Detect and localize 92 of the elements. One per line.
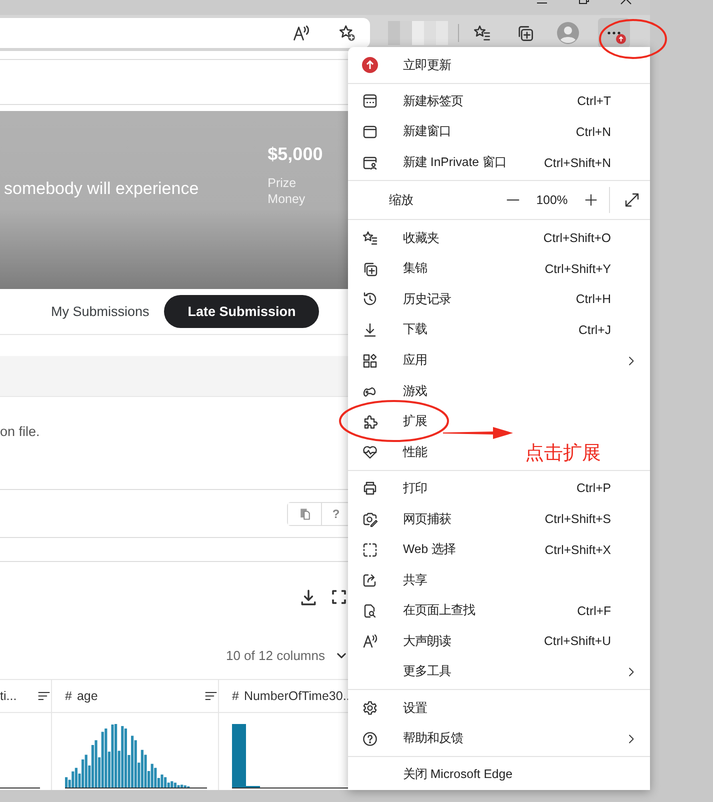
sort-icon bbox=[37, 689, 51, 703]
column-header[interactable]: # age bbox=[52, 680, 219, 712]
more-icon bbox=[607, 30, 621, 35]
shortcut-label: Ctrl+Shift+N bbox=[544, 156, 611, 170]
menu-item[interactable]: 在页面上查找 Ctrl+F bbox=[348, 596, 650, 626]
nav-link[interactable]: My Submissions bbox=[51, 304, 150, 319]
column-header[interactable]: ti... bbox=[0, 680, 52, 712]
camera-pen-icon bbox=[362, 511, 378, 528]
new-tab-icon bbox=[362, 93, 378, 110]
expand-icon bbox=[624, 192, 640, 208]
menu-item[interactable]: 新建标签页 Ctrl+T bbox=[348, 86, 650, 117]
copy-icon bbox=[298, 506, 312, 520]
collections-icon bbox=[362, 260, 378, 277]
read-aloud-icon bbox=[362, 633, 378, 650]
favorites-icon bbox=[362, 230, 378, 246]
window-icon bbox=[362, 124, 378, 140]
private-window-icon bbox=[362, 154, 378, 171]
menu-item[interactable]: 应用 bbox=[348, 345, 650, 376]
menu-item[interactable]: 帮助和反馈 bbox=[348, 723, 650, 754]
prize-label: Prize Money bbox=[268, 175, 306, 207]
share-icon bbox=[362, 572, 378, 588]
menu-item[interactable]: 游戏 bbox=[348, 376, 433, 406]
shortcut-label: Ctrl+Shift+O bbox=[543, 231, 611, 246]
fullscreen-icon bbox=[331, 589, 347, 605]
prize-amount: $5,000 bbox=[268, 144, 323, 165]
download-icon bbox=[362, 322, 378, 338]
help-icon bbox=[362, 730, 378, 747]
menu-item[interactable]: 新建窗口 Ctrl+N bbox=[348, 116, 650, 148]
zoom-value: 100% bbox=[535, 193, 569, 208]
avatar-icon bbox=[557, 22, 579, 44]
shortcut-label: Ctrl+Shift+S bbox=[544, 512, 611, 526]
collections-icon bbox=[516, 24, 534, 42]
description-text: on file. bbox=[0, 424, 40, 439]
menu-item[interactable]: 收藏夹 Ctrl+Shift+O bbox=[348, 222, 650, 254]
pointer-arrow bbox=[443, 426, 513, 440]
late-submission-button[interactable]: Late Submission bbox=[164, 295, 320, 328]
puzzle-icon bbox=[362, 414, 378, 430]
menu-item[interactable]: 下载 Ctrl+J bbox=[348, 314, 650, 346]
shortcut-label: Ctrl+P bbox=[576, 481, 611, 496]
fullscreen-button[interactable] bbox=[331, 589, 347, 606]
find-page-icon bbox=[362, 602, 378, 619]
banner-tagline: somebody will experience bbox=[4, 179, 199, 199]
menu-item[interactable]: 打印 Ctrl+P bbox=[348, 473, 650, 504]
favorites-icon bbox=[473, 24, 491, 42]
shortcut-label: Ctrl+J bbox=[578, 322, 611, 337]
minus-icon bbox=[506, 199, 520, 202]
type-mark: # bbox=[232, 689, 239, 703]
shortcut-label: Ctrl+F bbox=[577, 604, 611, 618]
shortcut-label: Ctrl+Shift+U bbox=[544, 634, 611, 648]
menu-item[interactable]: 关闭 Microsoft Edge bbox=[348, 759, 518, 790]
copy-button[interactable] bbox=[288, 502, 322, 524]
column-name: NumberOfTime30.. bbox=[244, 689, 349, 703]
sort-icon bbox=[204, 689, 218, 703]
shortcut-label: Ctrl+H bbox=[576, 292, 611, 306]
pixelated-icons bbox=[388, 20, 448, 45]
menu-item[interactable]: 共享 bbox=[348, 564, 433, 596]
update-icon bbox=[362, 57, 378, 74]
menu-item[interactable]: 新建 InPrivate 窗口 Ctrl+Shift+N bbox=[348, 147, 650, 178]
menu-item[interactable]: 设置 bbox=[348, 692, 433, 724]
zoom-label: 缩放 bbox=[389, 192, 414, 209]
type-mark: # bbox=[65, 689, 72, 703]
menu-item[interactable]: 历史记录 Ctrl+H bbox=[348, 284, 650, 315]
menu-item[interactable]: 更多工具 bbox=[348, 656, 650, 688]
read-aloud-icon bbox=[292, 24, 310, 42]
column-name: ti... bbox=[0, 689, 17, 703]
apps-icon bbox=[362, 352, 378, 369]
update-badge-icon bbox=[616, 34, 626, 44]
shortcut-label: Ctrl+Shift+X bbox=[544, 542, 611, 557]
heart-pulse-icon bbox=[362, 444, 378, 460]
highlight-ellipse bbox=[598, 18, 668, 60]
selection-icon bbox=[362, 542, 378, 558]
shortcut-label: Ctrl+T bbox=[577, 94, 611, 108]
more-button[interactable] bbox=[598, 18, 630, 48]
menu-item[interactable]: 大声朗读 Ctrl+Shift+U bbox=[348, 626, 650, 657]
menu-item[interactable]: 集锦 Ctrl+Shift+Y bbox=[348, 253, 650, 284]
shortcut-label: Ctrl+N bbox=[576, 124, 611, 139]
download-icon bbox=[300, 589, 317, 606]
axis-line bbox=[0, 787, 41, 789]
menu-item[interactable]: 性能 bbox=[348, 437, 433, 468]
download-button[interactable] bbox=[300, 589, 317, 606]
columns-dropdown[interactable]: 10 of 12 columns bbox=[226, 648, 350, 663]
menu-item[interactable]: 网页捕获 Ctrl+Shift+S bbox=[348, 504, 650, 534]
annotation-text: 点击扩展 bbox=[525, 442, 601, 466]
menu-item[interactable]: Web 选择 Ctrl+Shift+X bbox=[348, 534, 650, 565]
column-name: age bbox=[76, 689, 98, 703]
star-plus-icon bbox=[338, 24, 356, 42]
plus-icon bbox=[584, 193, 598, 208]
settings-icon bbox=[362, 700, 378, 716]
shortcut-label: Ctrl+Shift+Y bbox=[544, 262, 611, 276]
history-icon bbox=[362, 291, 378, 308]
menu-item[interactable]: 立即更新 bbox=[348, 50, 650, 81]
printer-icon bbox=[362, 480, 378, 496]
